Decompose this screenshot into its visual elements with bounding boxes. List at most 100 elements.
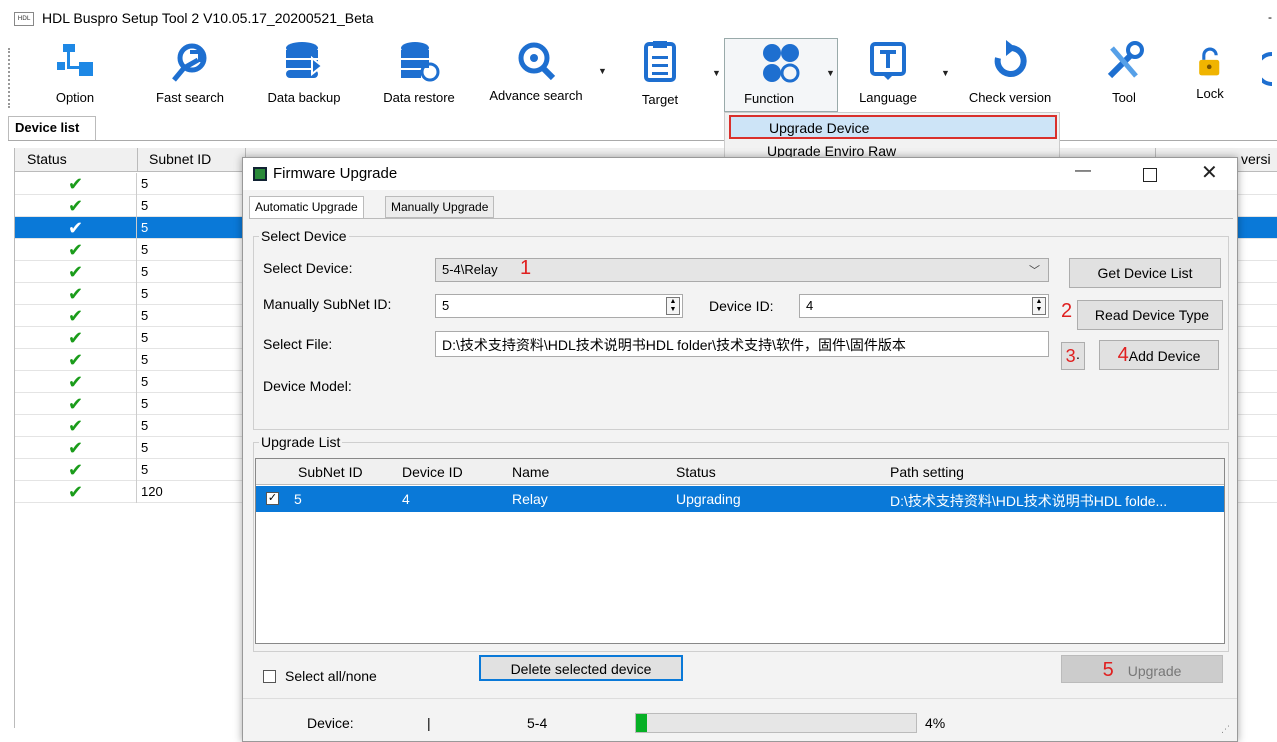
status-check-icon: ✔: [15, 371, 137, 393]
upgrade-button[interactable]: 5 Upgrade: [1061, 655, 1223, 683]
dialog-maximize-button[interactable]: [1143, 168, 1157, 182]
select-file-input[interactable]: D:\技术支持资料\HDL技术说明书HDL folder\技术支持\软件，固件\…: [435, 331, 1049, 357]
tab-divider: [8, 140, 1277, 141]
advance-search-dropdown-icon[interactable]: ▼: [598, 66, 607, 76]
status-check-icon: ✔: [15, 437, 137, 459]
subnet-id-cell: 5: [141, 286, 149, 301]
tab-automatic-upgrade[interactable]: Automatic Upgrade: [249, 196, 364, 218]
menu-item-upgrade-device-label: Upgrade Device: [769, 120, 870, 136]
dialog-title-bar: Firmware Upgrade — ✕: [243, 158, 1237, 190]
col-name[interactable]: Name: [512, 464, 549, 480]
firmware-icon: [253, 167, 267, 181]
check-version-label: Check version: [968, 90, 1052, 105]
col-path-setting[interactable]: Path setting: [890, 464, 964, 480]
subnet-id-cell: 5: [141, 264, 149, 279]
row-status: Upgrading: [676, 491, 741, 507]
col-status[interactable]: Status: [676, 464, 716, 480]
subnet-id-cell: 5: [141, 374, 149, 389]
lock-button[interactable]: Lock: [1180, 38, 1240, 112]
language-dropdown-icon[interactable]: ▼: [941, 68, 950, 78]
tab-manually-upgrade[interactable]: Manually Upgrade: [385, 196, 495, 218]
col-hardware-version[interactable]: versi: [1241, 151, 1271, 167]
dialog-minimize-button[interactable]: —: [1075, 162, 1091, 180]
subnet-id-cell: 5: [141, 330, 149, 345]
lock-icon: [1199, 47, 1220, 76]
row-subnet: 5: [294, 491, 302, 507]
status-check-icon: ✔: [15, 327, 137, 349]
fast-search-label: Fast search: [156, 90, 224, 105]
marker-4: 4: [1117, 344, 1129, 366]
subnet-id-cell: 5: [141, 462, 149, 477]
manual-subnet-input[interactable]: 5 ▲ ▼: [435, 294, 683, 318]
check-version-button[interactable]: Check version: [958, 38, 1062, 112]
language-button[interactable]: Language: [848, 38, 928, 112]
database-backup-icon: [286, 42, 324, 78]
get-device-list-button[interactable]: Get Device List: [1069, 258, 1221, 288]
add-device-button[interactable]: 4Add Device: [1099, 340, 1219, 370]
data-restore-label: Data restore: [383, 90, 455, 105]
subnet-id-cell: 5: [141, 176, 149, 191]
subnet-id-cell: 120: [141, 484, 163, 499]
read-device-type-button[interactable]: Read Device Type: [1077, 300, 1223, 330]
select-all-checkbox[interactable]: [263, 670, 276, 683]
status-check-icon: ✔: [15, 305, 137, 327]
delete-selected-device-button[interactable]: Delete selected device: [479, 655, 683, 681]
marker-1: 1: [520, 257, 532, 279]
status-check-icon: ✔: [15, 283, 137, 305]
status-check-icon: ✔: [15, 217, 137, 239]
browse-file-label: ·: [1075, 349, 1081, 365]
status-device-label: Device:: [307, 715, 354, 731]
manual-subnet-label: Manually SubNet ID:: [263, 296, 392, 312]
col-device-id[interactable]: Device ID: [402, 464, 463, 480]
table-row[interactable]: ✓ 5 4 Relay Upgrading D:\技术支持资料\HDL技术说明书…: [256, 486, 1224, 512]
col-subnet-id[interactable]: SubNet ID: [298, 464, 363, 480]
status-separator: |: [427, 715, 431, 731]
device-id-stepper-icon[interactable]: ▲ ▼: [1032, 297, 1046, 315]
col-subnet-id[interactable]: Subnet ID: [149, 151, 211, 167]
toolbar-grip[interactable]: [8, 48, 10, 108]
resize-grip-icon[interactable]: ⋰: [1221, 724, 1230, 735]
advance-search-icon: [518, 42, 556, 81]
fast-search-button[interactable]: Fast search: [145, 38, 235, 112]
data-backup-button[interactable]: Data backup: [255, 38, 353, 112]
function-button[interactable]: Function: [724, 38, 838, 112]
status-check-icon: ✔: [15, 349, 137, 371]
tool-label: Tool: [1112, 90, 1136, 105]
target-dropdown-icon[interactable]: ▼: [712, 68, 721, 78]
data-restore-button[interactable]: Data restore: [370, 38, 468, 112]
minimize-button[interactable]: -: [1268, 10, 1272, 24]
option-icon: [57, 44, 93, 76]
database-restore-icon: [401, 42, 440, 82]
target-button[interactable]: Target: [628, 38, 692, 112]
upgrade-list-table[interactable]: SubNet ID Device ID Name Status Path set…: [255, 458, 1225, 644]
upgrade-list-group-label: Upgrade List: [259, 434, 343, 450]
tool-button[interactable]: Tool: [1094, 38, 1154, 112]
row-checkbox[interactable]: ✓: [266, 492, 279, 505]
device-id-input[interactable]: 4 ▲ ▼: [799, 294, 1049, 318]
tab-device-list[interactable]: Device list: [8, 116, 96, 140]
clipboard-icon: [644, 41, 676, 82]
upgrade-list-header: SubNet ID Device ID Name Status Path set…: [256, 459, 1224, 485]
col-status[interactable]: Status: [27, 151, 67, 167]
advance-search-button[interactable]: Advance search: [480, 38, 592, 112]
option-button[interactable]: Option: [40, 38, 110, 112]
subnet-id-cell: 5: [141, 198, 149, 213]
browse-file-button[interactable]: 3·: [1061, 342, 1085, 370]
subnet-stepper-icon[interactable]: ▲ ▼: [666, 297, 680, 315]
dialog-close-button[interactable]: ✕: [1201, 160, 1218, 185]
manual-subnet-value: 5: [442, 298, 450, 313]
select-all-label[interactable]: Select all/none: [285, 668, 377, 684]
marker-2: 2: [1061, 300, 1073, 322]
status-device-value: 5-4: [527, 715, 548, 731]
toolbar-overflow-icon[interactable]: [1262, 52, 1277, 86]
chevron-down-icon: ﹀: [1029, 265, 1040, 277]
marker-5: 5: [1102, 659, 1114, 681]
advance-search-label: Advance search: [489, 88, 583, 103]
progress-percent: 4%: [925, 715, 946, 731]
toolbar: Option Fast search Data backup Data rest…: [0, 38, 1277, 114]
menu-item-upgrade-device[interactable]: Upgrade Device: [729, 115, 1057, 139]
add-device-label: Add Device: [1128, 348, 1201, 364]
function-dropdown-icon[interactable]: ▼: [826, 68, 835, 78]
progress-fill: [636, 714, 648, 732]
select-device-dropdown[interactable]: 5-4\Relay 1 ﹀: [435, 257, 1049, 282]
